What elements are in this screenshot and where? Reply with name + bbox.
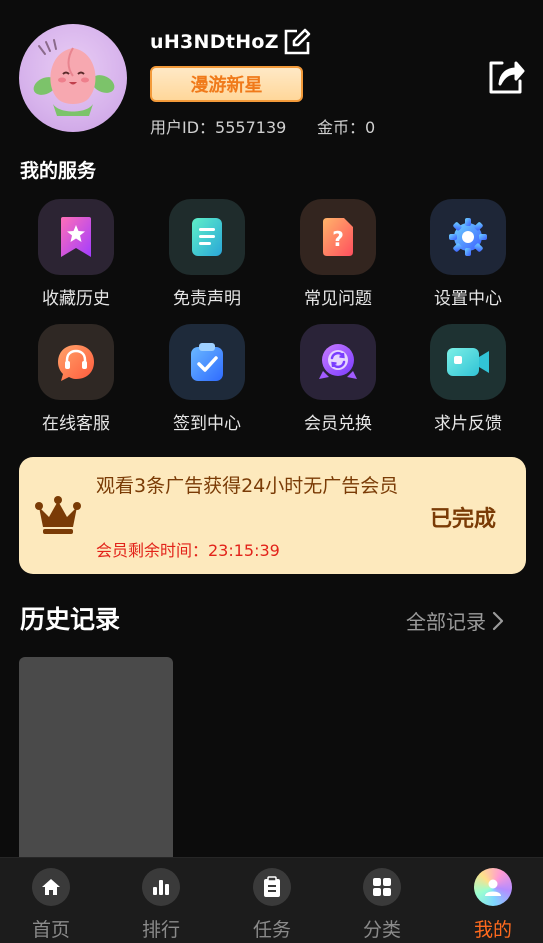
- tab-ranking[interactable]: 排行: [111, 858, 211, 942]
- bar-chart-icon: [142, 868, 180, 906]
- peach-mascot-icon: [33, 39, 115, 116]
- history-title: 历史记录: [20, 605, 121, 634]
- bottom-tab-bar: 首页 排行 任务 分类 我的: [0, 857, 543, 943]
- headset-chat-icon: [38, 324, 114, 400]
- view-all-history-link[interactable]: 全部记录: [406, 606, 504, 635]
- completed-status[interactable]: 已完成: [430, 501, 496, 533]
- tab-label: 分类: [362, 919, 401, 941]
- service-label: 免责声明: [173, 289, 241, 309]
- view-all-label: 全部记录: [406, 610, 486, 634]
- level-badge: 漫游新星: [150, 66, 303, 102]
- tab-mine[interactable]: 我的: [443, 858, 543, 942]
- check-clipboard-icon: [169, 324, 245, 400]
- avatar-icon: [474, 868, 512, 906]
- tab-label: 我的: [473, 919, 512, 941]
- service-label: 在线客服: [42, 414, 110, 434]
- service-favorites-history[interactable]: 收藏历史: [21, 199, 131, 309]
- service-label: 会员兑换: [304, 414, 372, 434]
- chevron-right-icon: [492, 611, 504, 630]
- document-icon: [169, 199, 245, 275]
- service-label: 求片反馈: [434, 414, 502, 434]
- tab-label: 排行: [141, 919, 180, 941]
- service-label: 设置中心: [434, 289, 502, 309]
- service-label: 常见问题: [304, 289, 372, 309]
- coin-balance: 金币：0: [317, 118, 376, 137]
- service-settings[interactable]: 设置中心: [413, 199, 523, 309]
- exchange-badge-icon: [300, 324, 376, 400]
- video-camera-icon: [430, 324, 506, 400]
- tab-home[interactable]: 首页: [1, 858, 101, 942]
- banner-message: 观看3条广告获得24小时无广告会员: [96, 475, 399, 497]
- service-faq[interactable]: ? 常见问题: [283, 199, 393, 309]
- service-membership-redeem[interactable]: 会员兑换: [283, 324, 393, 434]
- service-checkin[interactable]: 签到中心: [152, 324, 262, 434]
- home-icon: [32, 868, 70, 906]
- membership-timer: 会员剩余时间：23:15:39: [96, 541, 280, 560]
- question-document-icon: ?: [300, 199, 376, 275]
- grid-icon: [363, 868, 401, 906]
- share-icon[interactable]: [486, 57, 526, 97]
- edit-icon[interactable]: [283, 28, 311, 56]
- service-label: 收藏历史: [42, 289, 110, 309]
- service-request-feedback[interactable]: 求片反馈: [413, 324, 523, 434]
- ad-free-banner[interactable]: 观看3条广告获得24小时无广告会员 会员剩余时间：23:15:39 已完成: [19, 457, 526, 574]
- tab-label: 首页: [31, 919, 70, 941]
- svg-text:?: ?: [332, 227, 344, 251]
- crown-icon: [35, 495, 81, 535]
- username: uH3NDtHoZ: [150, 31, 279, 53]
- clipboard-icon: [253, 868, 291, 906]
- gear-icon: [430, 199, 506, 275]
- user-id: 用户ID：5557139: [150, 118, 287, 137]
- service-online-support[interactable]: 在线客服: [21, 324, 131, 434]
- services-title: 我的服务: [20, 160, 97, 182]
- avatar[interactable]: [19, 24, 127, 132]
- service-label: 签到中心: [173, 414, 241, 434]
- tab-categories[interactable]: 分类: [332, 858, 432, 942]
- bookmark-star-icon: [38, 199, 114, 275]
- tab-tasks[interactable]: 任务: [222, 858, 322, 942]
- service-disclaimer[interactable]: 免责声明: [152, 199, 262, 309]
- tab-label: 任务: [252, 919, 291, 941]
- history-item-thumbnail[interactable]: [19, 657, 173, 867]
